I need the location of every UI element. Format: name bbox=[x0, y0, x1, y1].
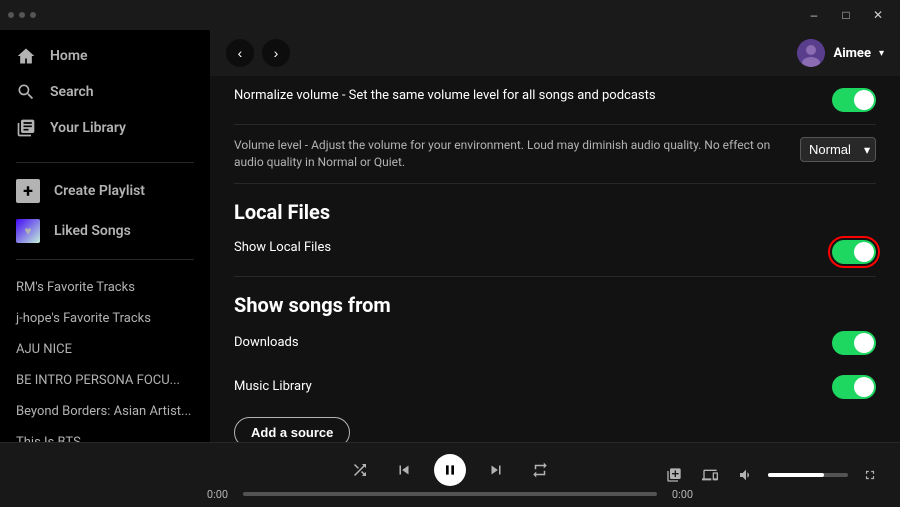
downloads-row: Downloads bbox=[234, 321, 876, 365]
list-item[interactable]: j-hope's Favorite Tracks bbox=[0, 303, 210, 334]
sidebar-library-label: Your Library bbox=[50, 120, 126, 136]
volume-level-control: Quiet Normal Loud ▾ bbox=[800, 137, 876, 162]
avatar bbox=[797, 39, 825, 67]
downloads-toggle[interactable] bbox=[832, 331, 876, 355]
music-library-label: Music Library bbox=[234, 379, 312, 394]
user-chevron-icon: ▾ bbox=[879, 48, 884, 59]
sidebar-liked-songs[interactable]: ♥ Liked Songs bbox=[0, 211, 210, 251]
progress-bar-area: 0:00 0:00 bbox=[0, 488, 900, 501]
search-icon bbox=[16, 82, 36, 102]
liked-songs-label: Liked Songs bbox=[54, 223, 131, 239]
nav-items: Home Search Your Library bbox=[0, 30, 210, 154]
volume-bar-track[interactable] bbox=[768, 473, 848, 477]
create-playlist-label: Create Playlist bbox=[54, 183, 145, 199]
play-pause-button[interactable] bbox=[434, 454, 466, 486]
titlebar-dots bbox=[8, 12, 36, 18]
volume-level-text: Volume level - Adjust the volume for you… bbox=[234, 137, 800, 171]
music-library-row: Music Library bbox=[234, 365, 876, 409]
content-area: ‹ › Aimee ▾ Nor bbox=[210, 30, 900, 442]
show-local-files-row: Show Local Files bbox=[234, 228, 876, 277]
sidebar-divider-1 bbox=[16, 162, 194, 163]
music-library-toggle[interactable] bbox=[832, 375, 876, 399]
home-icon bbox=[16, 46, 36, 66]
volume-icon[interactable] bbox=[732, 461, 760, 489]
titlebar-controls: – □ ✕ bbox=[800, 4, 892, 26]
close-button[interactable]: ✕ bbox=[864, 4, 892, 26]
toggle-knob bbox=[854, 333, 874, 353]
list-item[interactable]: AJU NICE bbox=[0, 334, 210, 365]
volume-level-label: Volume level - Adjust the volume for you… bbox=[234, 137, 784, 171]
normalize-volume-control bbox=[832, 88, 876, 112]
add-source-button[interactable]: Add a source bbox=[234, 417, 350, 442]
progress-track[interactable] bbox=[243, 492, 657, 496]
previous-button[interactable] bbox=[390, 456, 418, 484]
titlebar-dot-2 bbox=[19, 12, 25, 18]
time-current: 0:00 bbox=[200, 488, 235, 501]
normalize-volume-text: Normalize volume - Set the same volume l… bbox=[234, 88, 832, 105]
devices-button[interactable] bbox=[696, 461, 724, 489]
normalize-volume-toggle[interactable] bbox=[832, 88, 876, 112]
shuffle-button[interactable] bbox=[346, 456, 374, 484]
list-item[interactable]: BE INTRO PERSONA FOCU... bbox=[0, 365, 210, 396]
titlebar-dot-3 bbox=[30, 12, 36, 18]
player-bar: 0:00 0:00 bbox=[0, 442, 900, 507]
sidebar: Home Search Your Library bbox=[0, 30, 210, 442]
show-local-files-label: Show Local Files bbox=[234, 240, 816, 255]
show-songs-header: Show songs from bbox=[234, 277, 876, 321]
minimize-button[interactable]: – bbox=[800, 4, 828, 26]
time-total: 0:00 bbox=[665, 488, 700, 501]
settings-scroll: Normalize volume - Set the same volume l… bbox=[210, 76, 900, 442]
titlebar: – □ ✕ bbox=[0, 0, 900, 30]
list-item[interactable]: RM's Favorite Tracks bbox=[0, 272, 210, 303]
volume-dropdown[interactable]: Quiet Normal Loud bbox=[800, 137, 876, 162]
sidebar-search-label: Search bbox=[50, 84, 94, 100]
sidebar-item-search[interactable]: Search bbox=[0, 74, 210, 110]
liked-songs-icon: ♥ bbox=[16, 219, 40, 243]
list-item[interactable]: Beyond Borders: Asian Artist... bbox=[0, 396, 210, 427]
sidebar-home-label: Home bbox=[50, 48, 88, 64]
repeat-button[interactable] bbox=[526, 456, 554, 484]
player-right-controls bbox=[660, 461, 884, 489]
user-area[interactable]: Aimee ▾ bbox=[797, 39, 884, 67]
sidebar-item-home[interactable]: Home bbox=[0, 38, 210, 74]
volume-select-wrapper: Quiet Normal Loud ▾ bbox=[800, 137, 876, 162]
volume-bar-fill bbox=[768, 473, 824, 477]
library-icon bbox=[16, 118, 36, 138]
sidebar-create-playlist[interactable]: + Create Playlist bbox=[0, 171, 210, 211]
main-content: Home Search Your Library bbox=[0, 30, 900, 442]
show-local-files-toggle[interactable] bbox=[832, 240, 876, 264]
back-button[interactable]: ‹ bbox=[226, 39, 254, 67]
toggle-knob bbox=[854, 377, 874, 397]
next-button[interactable] bbox=[482, 456, 510, 484]
queue-button[interactable] bbox=[660, 461, 688, 489]
toggle-knob bbox=[854, 242, 874, 262]
fullscreen-button[interactable] bbox=[856, 461, 884, 489]
nav-arrows: ‹ › bbox=[226, 39, 290, 67]
show-local-files-text: Show Local Files bbox=[234, 240, 832, 257]
downloads-label: Downloads bbox=[234, 335, 299, 350]
content-topbar: ‹ › Aimee ▾ bbox=[210, 30, 900, 76]
show-local-files-control bbox=[832, 240, 876, 264]
normalize-volume-label: Normalize volume - Set the same volume l… bbox=[234, 88, 816, 103]
titlebar-dot-1 bbox=[8, 12, 14, 18]
list-item[interactable]: This Is BTS bbox=[0, 427, 210, 442]
volume-level-row: Volume level - Adjust the volume for you… bbox=[234, 125, 876, 184]
sidebar-item-library[interactable]: Your Library bbox=[0, 110, 210, 146]
toggle-knob bbox=[854, 90, 874, 110]
sidebar-divider-2 bbox=[16, 259, 194, 260]
normalize-volume-row: Normalize volume - Set the same volume l… bbox=[234, 76, 876, 125]
forward-button[interactable]: › bbox=[262, 39, 290, 67]
maximize-button[interactable]: □ bbox=[832, 4, 860, 26]
create-playlist-icon: + bbox=[16, 179, 40, 203]
user-name-label: Aimee bbox=[833, 46, 870, 61]
local-files-header: Local Files bbox=[234, 184, 876, 228]
playlist-list: RM's Favorite Tracks j-hope's Favorite T… bbox=[0, 268, 210, 442]
